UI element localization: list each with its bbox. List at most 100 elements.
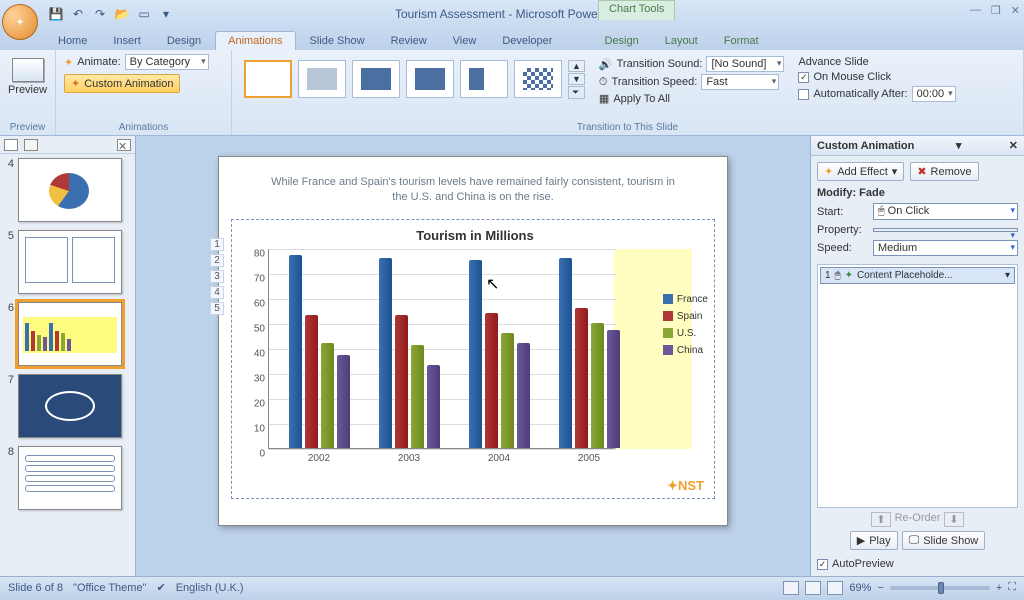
autopreview-label: AutoPreview bbox=[832, 558, 894, 570]
slide-thumbnail-7[interactable] bbox=[18, 374, 122, 438]
task-pane-close-icon[interactable]: ✕ bbox=[1009, 139, 1018, 152]
gallery-down-icon[interactable]: ▼ bbox=[568, 73, 585, 85]
speed-combo[interactable]: Medium bbox=[873, 240, 1018, 256]
status-language[interactable]: English (U.K.) bbox=[176, 582, 244, 594]
group-preview-label: Preview bbox=[8, 120, 47, 133]
slideshow-button[interactable]: 🖵 Slide Show bbox=[902, 531, 986, 550]
task-pane-dropdown-icon[interactable]: ▾ bbox=[956, 139, 962, 152]
fit-to-window-icon[interactable]: ⛶ bbox=[1008, 581, 1016, 594]
on-mouse-click-checkbox[interactable]: ✓ bbox=[798, 72, 809, 83]
slide-caption[interactable]: While France and Spain's tourism levels … bbox=[231, 175, 715, 205]
tab-view[interactable]: View bbox=[441, 32, 489, 50]
anim-tag[interactable]: 3 bbox=[210, 270, 224, 283]
add-effect-button[interactable]: ✦Add Effect ▾ bbox=[817, 162, 904, 181]
transition-cut[interactable] bbox=[352, 60, 400, 98]
gallery-up-icon[interactable]: ▲ bbox=[568, 60, 585, 72]
sorter-view-button[interactable] bbox=[805, 581, 821, 595]
transition-wipe[interactable] bbox=[460, 60, 508, 98]
animation-list[interactable]: 1🖱✦Content Placeholde...▾ bbox=[817, 264, 1018, 508]
speed-icon: ⏱ bbox=[599, 76, 608, 89]
statusbar: Slide 6 of 8 "Office Theme" ✔ English (U… bbox=[0, 576, 1024, 598]
office-button[interactable]: ✦ bbox=[2, 4, 38, 40]
reorder-down-icon[interactable]: ⬇ bbox=[944, 512, 963, 527]
bar-China-2004 bbox=[517, 343, 530, 448]
bar-France-2004 bbox=[469, 260, 482, 448]
tab-slideshow[interactable]: Slide Show bbox=[298, 32, 377, 50]
custom-animation-button[interactable]: ✦ Custom Animation bbox=[64, 74, 180, 93]
chart-placeholder[interactable]: 12345 Tourism in Millions 01020304050607… bbox=[231, 219, 715, 499]
tab-developer[interactable]: Developer bbox=[490, 32, 564, 50]
fade-effect-icon: ✦ bbox=[845, 270, 853, 281]
transition-dissolve[interactable] bbox=[406, 60, 454, 98]
transition-checker[interactable] bbox=[514, 60, 562, 98]
animation-item[interactable]: 1🖱✦Content Placeholde...▾ bbox=[820, 267, 1015, 284]
zoom-slider[interactable] bbox=[890, 586, 990, 590]
open-icon[interactable]: 📂 bbox=[114, 6, 130, 22]
slide-thumbnail-4[interactable] bbox=[18, 158, 122, 222]
bar-U.S.-2004 bbox=[501, 333, 514, 448]
thumbs-close-icon[interactable]: ✕ bbox=[117, 139, 131, 151]
tab-review[interactable]: Review bbox=[379, 32, 439, 50]
restore-icon[interactable]: ❐ bbox=[991, 4, 1001, 17]
trans-speed-label: Transition Speed: bbox=[612, 76, 698, 88]
trans-sound-combo[interactable]: [No Sound] bbox=[706, 56, 784, 72]
on-mouse-click-label: On Mouse Click bbox=[813, 71, 891, 83]
tab-animations[interactable]: Animations bbox=[215, 31, 295, 50]
anim-tag[interactable]: 1 bbox=[210, 238, 224, 251]
transition-fade[interactable] bbox=[298, 60, 346, 98]
autopreview-checkbox[interactable]: ✓ bbox=[817, 559, 828, 570]
zoom-percent[interactable]: 69% bbox=[849, 582, 871, 594]
new-icon[interactable]: ▭ bbox=[136, 6, 152, 22]
animate-label: Animate: bbox=[77, 56, 120, 68]
play-button[interactable]: ▶ Play bbox=[850, 531, 898, 550]
item-dropdown-icon[interactable]: ▾ bbox=[1005, 270, 1010, 281]
xtick-label: 2004 bbox=[459, 453, 539, 464]
bar-U.S.-2003 bbox=[411, 345, 424, 448]
anim-tag[interactable]: 4 bbox=[210, 286, 224, 299]
bar-U.S.-2002 bbox=[321, 343, 334, 448]
anim-tag[interactable]: 2 bbox=[210, 254, 224, 267]
window-controls: — ❐ ✕ bbox=[970, 4, 1020, 17]
start-combo[interactable]: 🖱 On Click bbox=[873, 203, 1018, 220]
normal-view-button[interactable] bbox=[783, 581, 799, 595]
tab-chart-design[interactable]: Design bbox=[592, 32, 650, 50]
close-icon[interactable]: ✕ bbox=[1011, 4, 1020, 17]
slide-canvas[interactable]: While France and Spain's tourism levels … bbox=[218, 156, 728, 526]
anim-tag[interactable]: 5 bbox=[210, 302, 224, 315]
mouse-icon: 🖱 bbox=[878, 205, 885, 217]
qat-more-icon[interactable]: ▾ bbox=[158, 6, 174, 22]
auto-after-checkbox[interactable] bbox=[798, 89, 809, 100]
zoom-in-icon[interactable]: + bbox=[996, 582, 1002, 594]
zoom-out-icon[interactable]: − bbox=[877, 582, 883, 594]
reorder-up-icon[interactable]: ⬆ bbox=[871, 512, 890, 527]
outline-tab-icon[interactable] bbox=[24, 139, 38, 151]
trans-speed-combo[interactable]: Fast bbox=[701, 74, 779, 90]
slide-thumbnail-8[interactable] bbox=[18, 446, 122, 510]
tab-design[interactable]: Design bbox=[155, 32, 213, 50]
transition-none[interactable] bbox=[244, 60, 292, 98]
bar-Spain-2003 bbox=[395, 315, 408, 448]
undo-icon[interactable]: ↶ bbox=[70, 6, 86, 22]
slides-tab-icon[interactable] bbox=[4, 139, 18, 151]
slideshow-view-button[interactable] bbox=[827, 581, 843, 595]
slide-thumbnail-5[interactable] bbox=[18, 230, 122, 294]
tab-home[interactable]: Home bbox=[46, 32, 99, 50]
chart-legend: FranceSpainU.S.China bbox=[663, 294, 708, 362]
remove-effect-button[interactable]: ✖Remove bbox=[910, 162, 978, 181]
preview-button[interactable]: Preview bbox=[8, 54, 47, 100]
auto-after-value[interactable]: 00:00 bbox=[912, 86, 956, 102]
gallery-more-icon[interactable]: ⏷ bbox=[568, 86, 585, 99]
save-icon[interactable]: 💾 bbox=[48, 6, 64, 22]
animate-combo[interactable]: By Category bbox=[125, 54, 209, 70]
bar-France-2003 bbox=[379, 258, 392, 448]
window-title: Tourism Assessment - Microsoft PowerPoin… bbox=[395, 7, 629, 21]
minimize-icon[interactable]: — bbox=[970, 4, 981, 17]
spellcheck-icon[interactable]: ✔ bbox=[156, 581, 165, 594]
tab-chart-format[interactable]: Format bbox=[712, 32, 771, 50]
slide-thumbnail-6[interactable] bbox=[18, 302, 122, 366]
tab-chart-layout[interactable]: Layout bbox=[653, 32, 710, 50]
apply-to-all-button[interactable]: ▦Apply To All bbox=[599, 92, 785, 105]
redo-icon[interactable]: ↷ bbox=[92, 6, 108, 22]
tab-insert[interactable]: Insert bbox=[101, 32, 153, 50]
bar-Spain-2002 bbox=[305, 315, 318, 448]
